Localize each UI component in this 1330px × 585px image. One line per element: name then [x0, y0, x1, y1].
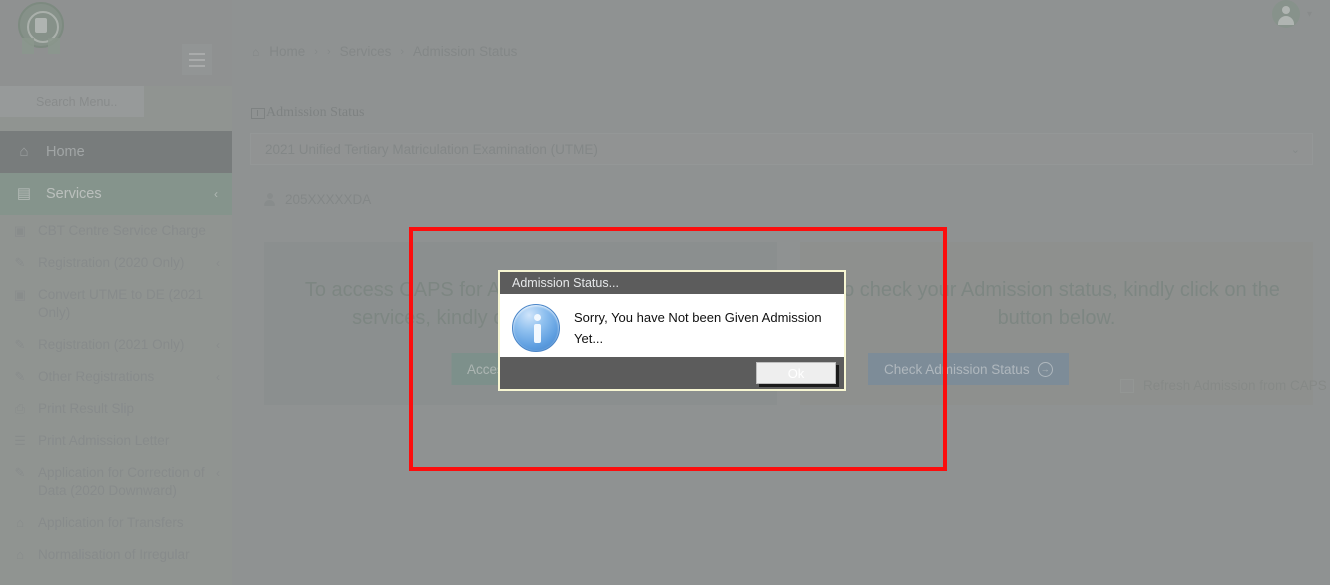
- search-menu-placeholder: Search Menu..: [36, 94, 118, 109]
- search-menu-input[interactable]: Search Menu..: [0, 86, 144, 117]
- money-icon: ▣: [13, 223, 27, 238]
- user-menu[interactable]: ▾: [1271, 0, 1312, 28]
- arrow-right-icon: →: [1037, 361, 1053, 377]
- jamb-seal-logo-icon: [18, 2, 70, 54]
- breadcrumb-separator-2: ›: [326, 45, 331, 58]
- topbar: ▾: [232, 0, 1330, 33]
- menu-toggle-button[interactable]: [182, 44, 212, 75]
- sidebar-item-application-for-transfers[interactable]: ⌂ Application for Transfers: [0, 507, 232, 539]
- registration-number-value: 205XXXXXDA: [285, 191, 372, 207]
- sidebar-header: [0, 0, 232, 86]
- dialog-message: Sorry, You have Not been Given Admission…: [574, 310, 822, 346]
- user-icon: [264, 192, 275, 206]
- home-icon: ⌂: [19, 143, 29, 160]
- sidebar-item-label: Registration (2021 Only): [38, 337, 185, 352]
- sidebar-item-convert-utme-to-de-2021-only[interactable]: ▣ Convert UTME to DE (2021 Only): [0, 279, 232, 329]
- money-icon: ▣: [13, 287, 27, 302]
- edit-icon: ✎: [14, 255, 26, 270]
- sidebar-item-services[interactable]: ▤ Services ‹: [0, 173, 232, 215]
- refresh-admission-checkbox[interactable]: [1120, 378, 1134, 393]
- admission-status-dialog: Admission Status... Sorry, You have Not …: [498, 270, 846, 391]
- sidebar-item-label: Other Registrations: [38, 369, 155, 384]
- sidebar-item-label: Services: [46, 186, 102, 202]
- sidebar-item-print-result-slip[interactable]: ⎙ Print Result Slip: [0, 393, 232, 425]
- exam-select-value: 2021 Unified Tertiary Matriculation Exam…: [265, 141, 598, 157]
- page-title-label: Admission Status: [266, 105, 365, 120]
- chevron-left-icon[interactable]: ‹: [216, 464, 220, 482]
- dialog-ok-button-label: Ok: [787, 365, 805, 381]
- sidebar-item-home[interactable]: ⌂ Home: [0, 131, 232, 173]
- document-icon: ☰: [14, 433, 26, 448]
- dialog-footer: Ok: [500, 357, 844, 389]
- sidebar-item-label: CBT Centre Service Charge: [38, 223, 206, 238]
- sidebar-item-cbt-centre-service-charge[interactable]: ▣ CBT Centre Service Charge: [0, 215, 232, 247]
- bank-icon: ⌂: [16, 515, 24, 530]
- chevron-down-icon[interactable]: ▾: [1307, 9, 1312, 20]
- chevron-left-icon[interactable]: ‹: [216, 254, 220, 272]
- edit-icon: ✎: [14, 337, 26, 352]
- list-card-icon: [251, 107, 265, 119]
- sidebar-item-label: Application for Correction of Data (2020…: [38, 465, 205, 498]
- sidebar-item-registration-2021-only[interactable]: ✎ Registration (2021 Only) ‹: [0, 329, 232, 361]
- chevron-left-icon[interactable]: ‹: [214, 185, 218, 203]
- sidebar-item-label: Home: [46, 144, 85, 160]
- breadcrumb-separator-3: ›: [400, 45, 405, 58]
- dialog-title: Admission Status...: [512, 276, 619, 290]
- sidebar-item-label: Convert UTME to DE (2021 Only): [38, 287, 204, 320]
- check-admission-status-button[interactable]: Check Admission Status →: [868, 353, 1069, 385]
- sidebar-item-normalisation-of-irregular[interactable]: ⌂ Normalisation of Irregular: [0, 539, 232, 571]
- chevron-left-icon[interactable]: ‹: [216, 336, 220, 354]
- dialog-body: Sorry, You have Not been Given Admission…: [500, 294, 844, 357]
- breadcrumb-current: Admission Status: [413, 44, 518, 59]
- dialog-titlebar: Admission Status...: [500, 272, 844, 294]
- check-admission-card: To check your Admission status, kindly c…: [800, 242, 1327, 405]
- sidebar-item-label: Application for Transfers: [38, 515, 184, 530]
- check-admission-text: To check your Admission status, kindly c…: [833, 279, 1280, 329]
- breadcrumb: ⌂ Home › › Services › Admission Status: [252, 44, 517, 59]
- refresh-admission-checkbox-row[interactable]: Refresh Admission from CAPS: [1120, 378, 1327, 393]
- sidebar: Search Menu.. ⌂ Home ▤ Services ‹ ▣ CBT Centre…: [0, 0, 232, 585]
- sidebar-item-label: Registration (2020 Only): [38, 255, 185, 270]
- registration-number-field[interactable]: 205XXXXXDA: [250, 183, 1313, 215]
- sidebar-item-other-registrations[interactable]: ✎ Other Registrations ‹: [0, 361, 232, 393]
- sidebar-item-label: Print Admission Letter: [38, 433, 170, 448]
- check-admission-status-button-label: Check Admission Status: [884, 361, 1030, 377]
- exam-select[interactable]: 2021 Unified Tertiary Matriculation Exam…: [250, 133, 1313, 165]
- printer-icon: ⎙: [14, 401, 26, 416]
- breadcrumb-home[interactable]: Home: [269, 44, 305, 59]
- sidebar-item-registration-2020-only[interactable]: ✎ Registration (2020 Only) ‹: [0, 247, 232, 279]
- sidebar-item-label: Normalisation of Irregular: [38, 547, 190, 562]
- bank-icon: ⌂: [16, 547, 24, 562]
- chevron-down-icon: ⌄: [1290, 143, 1300, 156]
- breadcrumb-services[interactable]: Services: [340, 44, 392, 59]
- chevron-left-icon[interactable]: ‹: [216, 368, 220, 386]
- sidebar-menu: ⌂ Home ▤ Services ‹ ▣ CBT Centre Service Charg…: [0, 131, 232, 571]
- sidebar-item-application-for-correction-of-data-2020-downward[interactable]: ✎ Application for Correction of Data (202…: [0, 457, 232, 507]
- sidebar-item-label: Print Result Slip: [38, 401, 135, 416]
- breadcrumb-separator: ›: [314, 45, 318, 58]
- refresh-admission-label: Refresh Admission from CAPS: [1143, 378, 1327, 393]
- page-title: Admission Status: [251, 105, 364, 121]
- user-avatar-icon[interactable]: [1271, 0, 1300, 28]
- home-icon: ⌂: [252, 44, 260, 59]
- dialog-ok-button[interactable]: Ok: [756, 362, 836, 384]
- page-root: Search Menu.. ⌂ Home ▤ Services ‹ ▣ CBT Centre…: [0, 0, 1330, 585]
- sidebar-item-print-admission-letter[interactable]: ☰ Print Admission Letter: [0, 425, 232, 457]
- edit-icon: ✎: [14, 369, 26, 384]
- info-icon: [512, 304, 560, 352]
- services-icon: ▤: [16, 185, 32, 202]
- edit-filled-icon: ✎: [14, 465, 26, 480]
